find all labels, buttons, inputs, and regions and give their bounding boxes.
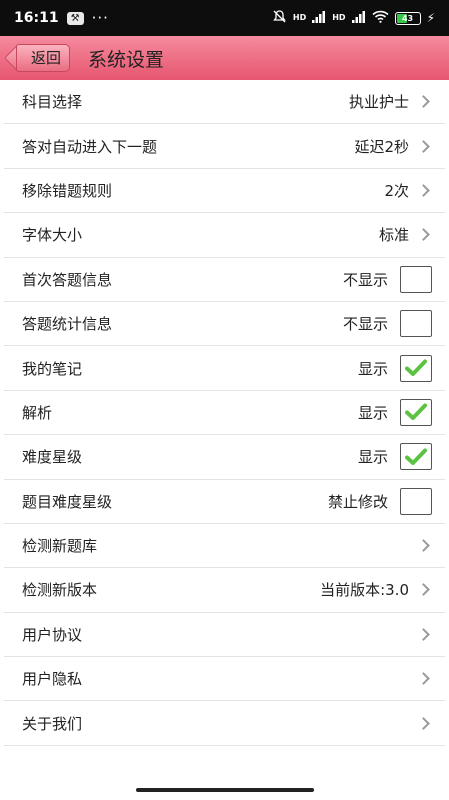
setting-checkbox[interactable]	[400, 443, 432, 471]
mute-bell-icon	[272, 9, 287, 27]
setting-checkbox[interactable]	[400, 487, 432, 515]
setting-value: 标准	[378, 226, 409, 245]
setting-label: 字体大小	[22, 226, 83, 245]
setting-label: 首次答题信息	[22, 270, 113, 289]
chevron-right-icon	[417, 628, 430, 641]
setting-row[interactable]: 字体大小 标准	[4, 213, 445, 258]
setting-value: 当前版本:3.0	[320, 581, 409, 600]
setting-value: 执业护士	[348, 93, 409, 112]
chevron-right-icon	[417, 228, 430, 242]
setting-checkbox[interactable]	[400, 398, 432, 426]
status-time: 16:11	[14, 10, 59, 26]
back-button[interactable]: 返回	[16, 44, 71, 72]
page-title: 系统设置	[88, 48, 165, 71]
check-icon	[405, 359, 427, 377]
setting-label: 移除错题规则	[22, 181, 113, 200]
battery-icon: 43	[394, 11, 421, 25]
chevron-right-icon	[417, 539, 430, 552]
wrench-icon: ⚒	[66, 11, 84, 25]
setting-label: 用户隐私	[22, 670, 83, 689]
setting-checkbox[interactable]	[400, 310, 432, 338]
setting-value: 延迟2秒	[354, 137, 409, 156]
setting-checkbox[interactable]	[400, 354, 432, 382]
check-icon	[405, 403, 427, 421]
setting-label: 科目选择	[22, 93, 83, 112]
setting-value: 不显示	[342, 315, 388, 334]
home-indicator[interactable]	[136, 788, 314, 792]
setting-row[interactable]: 用户协议	[4, 613, 445, 658]
navigation-bar	[0, 778, 449, 800]
setting-label: 检测新题库	[22, 537, 98, 556]
hd-label-1: HD	[292, 13, 307, 22]
chevron-right-icon	[417, 672, 430, 686]
title-bar: 返回 系统设置	[0, 36, 449, 80]
setting-value: 禁止修改	[327, 492, 388, 511]
setting-row[interactable]: 解析 显示	[4, 391, 445, 436]
setting-label: 题目难度星级	[22, 492, 113, 511]
setting-row[interactable]: 科目选择 执业护士	[4, 80, 445, 125]
check-icon	[405, 448, 427, 465]
setting-value: 显示	[357, 359, 388, 378]
setting-row[interactable]: 答题统计信息 不显示	[4, 302, 445, 347]
setting-label: 解析	[22, 403, 53, 422]
setting-label: 用户协议	[22, 625, 83, 644]
chevron-right-icon	[417, 583, 430, 597]
setting-label: 关于我们	[22, 714, 83, 733]
chevron-right-icon	[417, 184, 430, 197]
setting-label: 答题统计信息	[22, 315, 113, 334]
setting-row[interactable]: 用户隐私	[4, 657, 445, 702]
status-bar: 16:11 ⚒ ··· HD HD 43 ⚡	[0, 0, 449, 36]
hd-label-2: HD	[332, 13, 346, 22]
setting-label: 答对自动进入下一题	[22, 137, 158, 156]
setting-row[interactable]: 答对自动进入下一题 延迟2秒	[4, 124, 445, 169]
setting-value: 2次	[384, 181, 409, 200]
setting-label: 我的笔记	[22, 359, 83, 378]
setting-row[interactable]: 题目难度星级 禁止修改	[4, 480, 445, 524]
setting-checkbox[interactable]	[400, 265, 432, 293]
setting-row[interactable]: 关于我们	[4, 701, 445, 746]
wifi-icon	[372, 10, 389, 26]
setting-row[interactable]: 我的笔记 显示	[4, 346, 445, 391]
more-notifications-icon: ···	[91, 9, 109, 27]
setting-row[interactable]: 检测新版本 当前版本:3.0	[4, 568, 445, 613]
setting-row[interactable]: 检测新题库	[4, 524, 445, 569]
setting-row[interactable]: 移除错题规则 2次	[4, 169, 445, 214]
battery-level: 43	[401, 13, 414, 23]
chevron-right-icon	[417, 95, 430, 109]
signal-icon-2	[351, 10, 366, 26]
setting-value: 不显示	[342, 270, 388, 289]
setting-row[interactable]: 难度星级 显示	[4, 435, 445, 480]
setting-label: 难度星级	[22, 448, 83, 467]
settings-list: 科目选择 执业护士答对自动进入下一题 延迟2秒移除错题规则 2次字体大小 标准首次答题信…	[4, 80, 445, 746]
signal-icon-1	[312, 10, 326, 26]
setting-value: 显示	[357, 403, 388, 422]
setting-label: 检测新版本	[22, 581, 98, 600]
charging-icon: ⚡	[426, 11, 435, 25]
setting-row[interactable]: 首次答题信息 不显示	[4, 258, 445, 302]
chevron-right-icon	[417, 139, 430, 153]
chevron-right-icon	[417, 716, 430, 730]
setting-value: 显示	[357, 448, 388, 467]
